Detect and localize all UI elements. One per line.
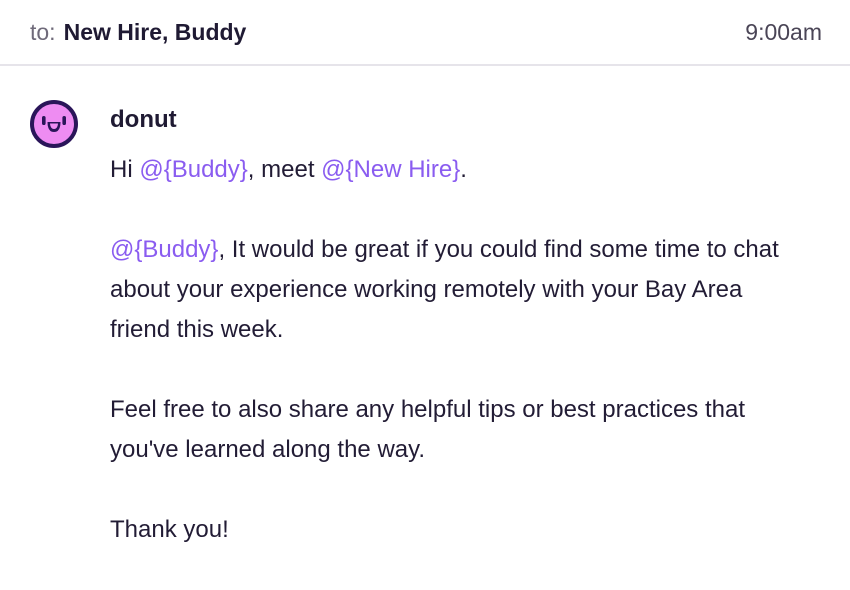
tips-paragraph: Feel free to also share any helpful tips… [110,390,830,470]
greeting-paragraph: Hi @{Buddy}, meet @{New Hire}. [110,150,830,190]
mention-buddy[interactable]: @{Buddy} [110,236,218,263]
recipient-new-hire[interactable]: New Hire [64,19,162,45]
closing-paragraph: Thank you! [110,510,830,550]
request-line-2: about your experience working remotely w… [110,276,743,303]
recipients-line: to: New Hire, Buddy [30,17,246,47]
message-header: to: New Hire, Buddy 9:00am [0,0,850,66]
recipient-buddy[interactable]: Buddy [175,19,247,45]
sender-name[interactable]: donut [110,105,177,135]
tips-line-1: Feel free to also share any helpful tips… [110,396,746,423]
greeting-middle: , meet [247,156,322,183]
tips-line-2: you've learned along the way. [110,436,426,463]
message-time: 9:00am [745,19,822,45]
recipient-separator: , [162,19,169,45]
request-line-3: friend this week. [110,316,284,343]
request-line-1: , It would be great if you could find so… [218,236,779,263]
greeting-suffix: . [460,156,467,183]
greeting-prefix: Hi [110,156,140,183]
closing-text: Thank you! [110,516,229,543]
message-body: Hi @{Buddy}, meet @{New Hire}. @{Buddy},… [110,150,830,590]
donut-face-icon[interactable] [30,100,78,148]
mention-buddy[interactable]: @{Buddy} [139,156,247,183]
mention-new-hire[interactable]: @{New Hire} [321,156,460,183]
request-paragraph: @{Buddy}, It would be great if you could… [110,230,830,350]
to-label: to: [30,19,56,45]
